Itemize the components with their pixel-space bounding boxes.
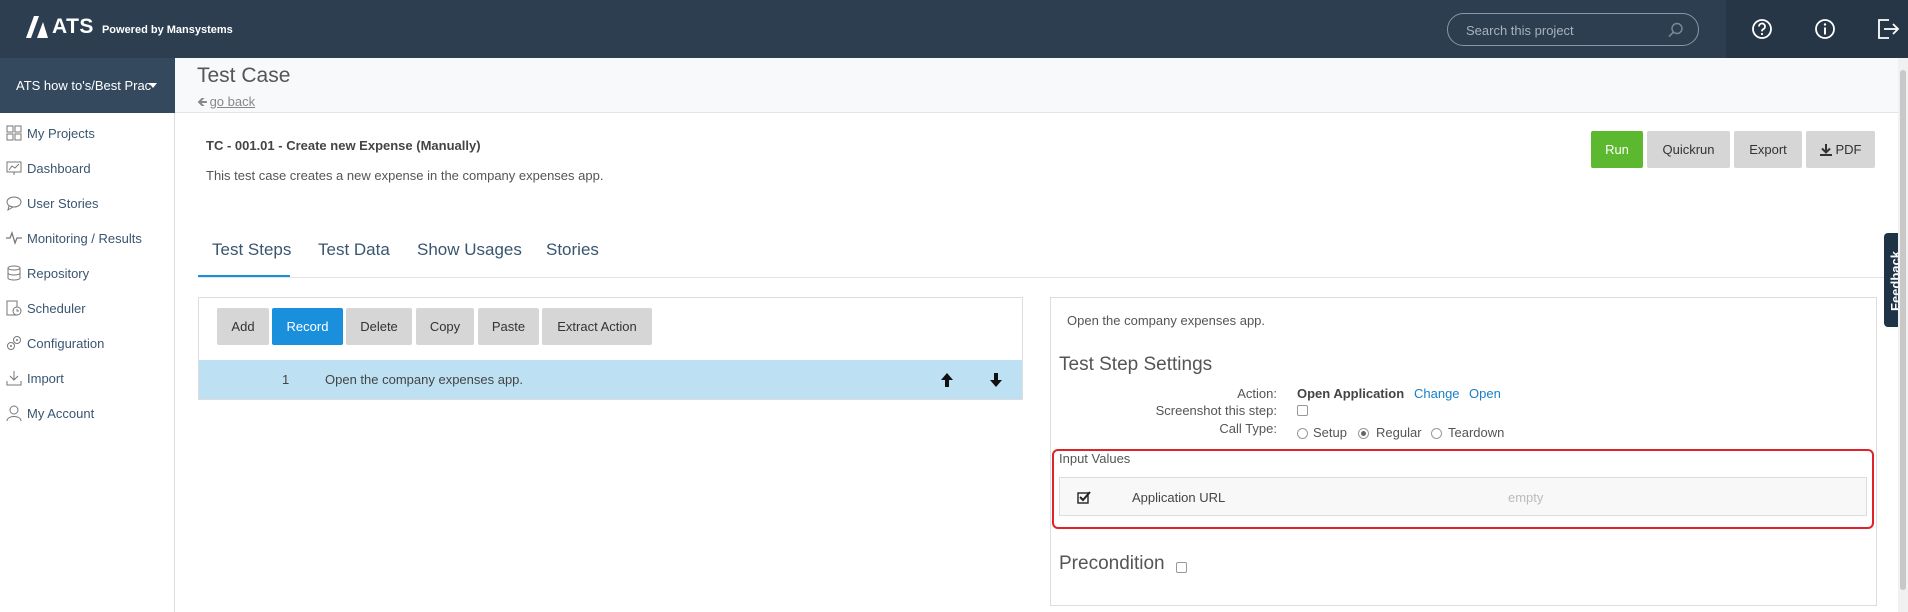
call-type-regular-radio[interactable] <box>1358 428 1369 439</box>
dashboard-icon <box>6 161 22 175</box>
sidebar-item-user-stories[interactable]: User Stories <box>0 188 175 218</box>
copy-button[interactable]: Copy <box>416 308 474 345</box>
step-description: Open the company expenses app. <box>325 372 524 387</box>
action-value: Open Application <box>1297 386 1405 401</box>
tabs-divider <box>198 277 1908 278</box>
sidebar-item-label: Monitoring / Results <box>27 230 142 246</box>
account-icon <box>6 405 22 422</box>
sidebar-item-import[interactable]: Import <box>0 363 175 393</box>
sidebar-item-label: Configuration <box>27 335 105 351</box>
change-action-link[interactable]: Change <box>1414 386 1460 401</box>
search-icon[interactable] <box>1668 22 1684 38</box>
sidebar-item-monitoring[interactable]: Monitoring / Results <box>0 223 175 253</box>
repository-icon <box>7 265 21 281</box>
import-icon <box>6 371 22 386</box>
tab-test-steps[interactable]: Test Steps <box>198 240 291 278</box>
tab-show-usages[interactable]: Show Usages <box>417 240 522 278</box>
sidebar-item-scheduler[interactable]: Scheduler <box>0 293 175 323</box>
action-label: Action: <box>1237 386 1277 401</box>
user-stories-icon <box>6 196 22 212</box>
call-type-regular-label: Regular <box>1376 425 1422 440</box>
call-type-teardown-label: Teardown <box>1448 425 1505 440</box>
precondition-checkbox[interactable] <box>1176 562 1187 573</box>
pdf-label: PDF <box>1835 142 1862 157</box>
brand-tagline: Powered by Mansystems <box>101 24 233 36</box>
record-button[interactable]: Record <box>272 308 343 345</box>
input-values-highlight <box>1052 449 1874 529</box>
test-step-settings-heading: Test Step Settings <box>1059 354 1213 375</box>
move-down-icon[interactable] <box>989 372 1003 388</box>
page-title: Test Case <box>197 64 291 87</box>
sidebar: ATS how to's/Best Prac My Projects Dashb… <box>0 58 175 612</box>
sidebar-item-label: Repository <box>27 265 90 281</box>
paste-button[interactable]: Paste <box>478 308 539 345</box>
arrow-left-icon: 🡸 <box>197 94 208 109</box>
step-row[interactable]: 1 Open the company expenses app. <box>199 360 1022 399</box>
project-selector[interactable]: ATS how to's/Best Prac <box>0 58 175 113</box>
monitoring-icon <box>6 231 22 245</box>
open-action-link[interactable]: Open <box>1469 386 1501 401</box>
call-type-label: Call Type: <box>1219 421 1277 436</box>
project-name: ATS how to's/Best Prac <box>16 78 152 93</box>
sidebar-item-configuration[interactable]: Configuration <box>0 328 175 358</box>
screenshot-label: Screenshot this step: <box>1155 403 1277 418</box>
ats-logo[interactable]: ATS Powered by Mansystems <box>24 15 233 39</box>
go-back-label: go back <box>209 94 256 109</box>
sidebar-item-label: User Stories <box>27 195 99 211</box>
brand-name: ATS <box>52 15 94 38</box>
sidebar-item-label: Import <box>27 370 64 386</box>
help-icon[interactable] <box>1748 15 1776 43</box>
test-case-title: TC - 001.01 - Create new Expense (Manual… <box>206 138 481 153</box>
sidebar-item-label: Scheduler <box>27 300 86 316</box>
tab-test-data[interactable]: Test Data <box>318 240 390 278</box>
top-actions <box>1726 0 1908 58</box>
sidebar-item-my-projects[interactable]: My Projects <box>0 118 175 148</box>
call-type-teardown-radio[interactable] <box>1431 428 1442 439</box>
precondition-label: Precondition <box>1059 553 1165 574</box>
add-button[interactable]: Add <box>217 308 269 345</box>
screenshot-checkbox[interactable] <box>1297 405 1308 416</box>
scrollbar-thumb[interactable] <box>1900 70 1906 590</box>
ats-logo-icon <box>26 16 48 38</box>
projects-icon <box>6 125 22 141</box>
sidebar-item-label: Dashboard <box>27 160 91 176</box>
delete-button[interactable]: Delete <box>346 308 412 345</box>
scheduler-icon <box>6 300 22 316</box>
page-header: Test Case 🡸 go back <box>175 58 1908 113</box>
move-up-icon[interactable] <box>940 372 954 388</box>
caret-down-icon <box>149 83 157 88</box>
logout-icon[interactable] <box>1874 15 1902 43</box>
sidebar-item-label: My Projects <box>27 125 95 141</box>
call-type-setup-radio[interactable] <box>1297 428 1308 439</box>
call-type-setup-label: Setup <box>1313 425 1347 440</box>
configuration-icon <box>7 336 21 350</box>
step-detail-description: Open the company expenses app. <box>1067 313 1266 328</box>
tab-stories[interactable]: Stories <box>546 240 599 278</box>
sidebar-item-dashboard[interactable]: Dashboard <box>0 153 175 183</box>
search-box <box>1447 13 1699 46</box>
extract-action-button[interactable]: Extract Action <box>542 308 652 345</box>
download-icon <box>1819 143 1832 156</box>
test-case-description: This test case creates a new expense in … <box>206 168 604 183</box>
top-bar: ATS Powered by Mansystems <box>0 0 1908 58</box>
sidebar-item-repository[interactable]: Repository <box>0 258 175 288</box>
quickrun-button[interactable]: Quickrun <box>1647 131 1730 168</box>
sidebar-item-label: My Account <box>27 405 95 421</box>
pdf-button[interactable]: PDF <box>1806 131 1875 168</box>
sidebar-item-my-account[interactable]: My Account <box>0 398 175 428</box>
info-icon[interactable] <box>1811 15 1839 43</box>
step-number: 1 <box>282 372 290 387</box>
export-button[interactable]: Export <box>1734 131 1802 168</box>
test-steps-panel: Add Record Delete Copy Paste Extract Act… <box>198 297 1023 400</box>
go-back-link[interactable]: 🡸 go back <box>197 93 255 115</box>
run-button[interactable]: Run <box>1591 131 1643 168</box>
precondition-heading: Precondition <box>1059 553 1165 575</box>
search-input[interactable] <box>1466 21 1666 39</box>
